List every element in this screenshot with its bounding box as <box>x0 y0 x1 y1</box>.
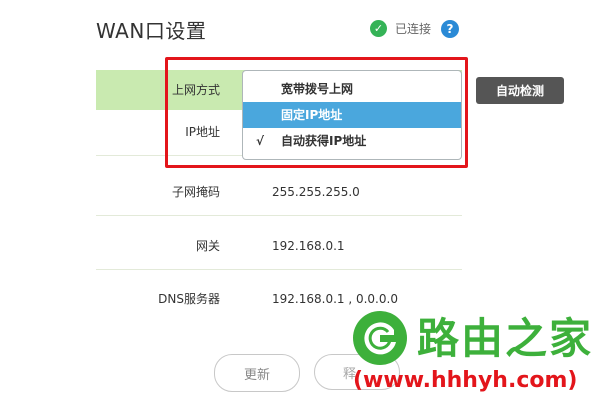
annotation-highlight-box <box>165 57 468 168</box>
subnet-mask-label: 子网掩码 <box>171 185 220 199</box>
router-logo-icon <box>353 311 407 365</box>
watermark: 路由之家 (www.hhhyh.com) <box>345 300 600 405</box>
check-circle-icon: ✓ <box>370 20 387 37</box>
page-title: WAN口设置 <box>96 19 207 43</box>
question-circle-icon[interactable]: ? <box>441 20 459 38</box>
watermark-brand: 路由之家 <box>417 314 594 363</box>
connection-status: ✓ 已连接 <box>370 20 431 37</box>
status-text: 已连接 <box>395 22 432 36</box>
gateway-label: 网关 <box>195 239 220 253</box>
gateway-row: 网关 192.168.0.1 <box>96 224 462 270</box>
watermark-url: (www.hhhyh.com) <box>353 368 578 393</box>
gateway-value: 192.168.0.1 <box>272 239 345 253</box>
subnet-mask-row: 子网掩码 255.255.255.0 <box>96 170 462 216</box>
auto-detect-button[interactable]: 自动检测 <box>476 77 564 104</box>
dns-label: DNS服务器 <box>158 292 220 306</box>
refresh-button[interactable]: 更新 <box>214 354 300 392</box>
subnet-mask-value: 255.255.255.0 <box>272 185 360 199</box>
